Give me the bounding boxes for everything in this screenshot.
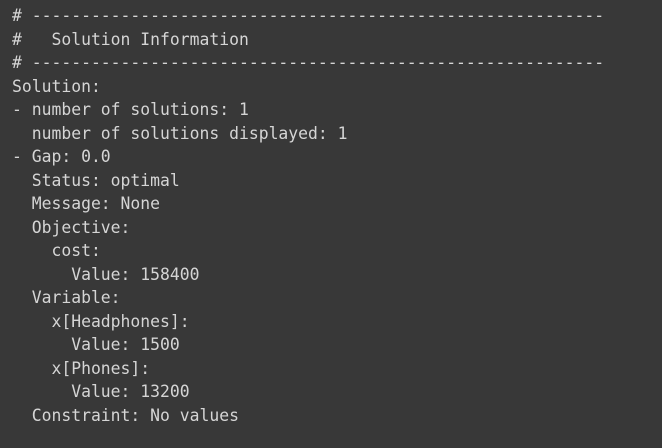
variable-label: Variable: xyxy=(12,288,121,307)
objective-label: Objective: xyxy=(12,217,131,237)
objective-cost-label: cost: xyxy=(12,241,101,260)
variable-phones-value: Value: 13200 xyxy=(12,382,190,401)
constraint-value: Constraint: No values xyxy=(12,405,239,425)
variable-headphones-label: x[Headphones]: xyxy=(12,311,190,331)
section-heading: # Solution Information xyxy=(12,29,249,49)
variable-headphones-value: Value: 1500 xyxy=(12,335,180,354)
variable-phones-label: x[Phones]: xyxy=(12,358,151,378)
message-value: Message: None xyxy=(12,194,161,213)
gap-value: - Gap: 0.0 xyxy=(12,147,111,166)
status-value: Status: optimal xyxy=(12,170,180,190)
separator-line-top: # --------------------------------------… xyxy=(12,6,605,25)
solution-label: Solution: xyxy=(12,76,101,96)
objective-cost-value: Value: 158400 xyxy=(12,264,200,284)
separator-line-bottom: # --------------------------------------… xyxy=(12,53,605,72)
number-of-solutions-displayed: number of solutions displayed: 1 xyxy=(12,123,348,143)
number-of-solutions: - number of solutions: 1 xyxy=(12,100,249,119)
console-output: # --------------------------------------… xyxy=(0,0,662,448)
